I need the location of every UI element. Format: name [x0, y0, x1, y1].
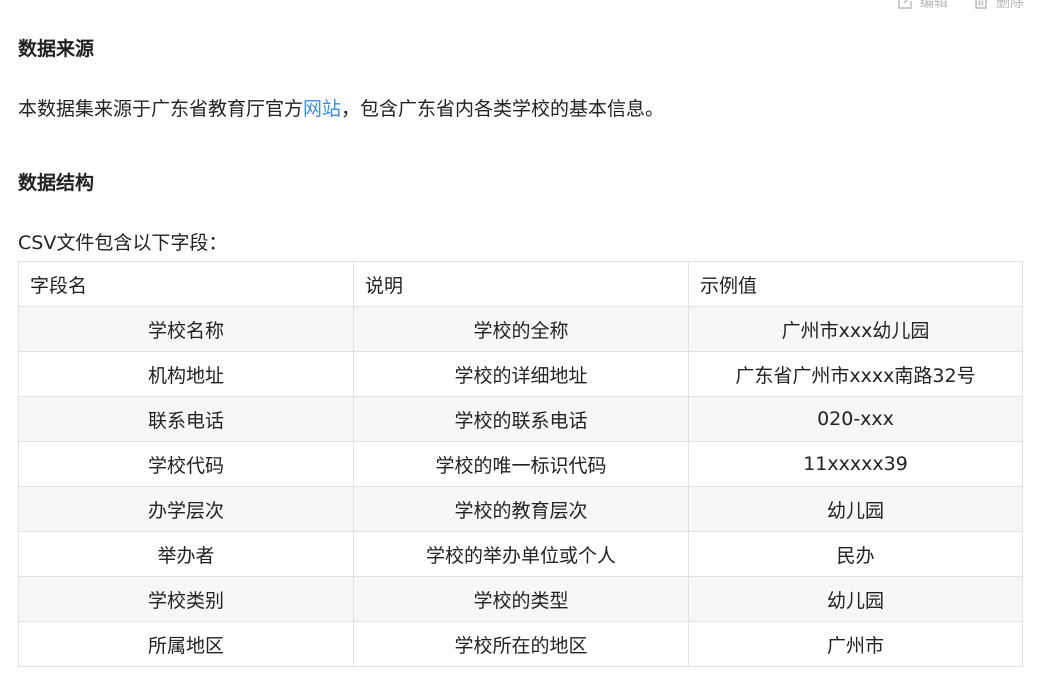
- cell-description: 学校的教育层次: [353, 486, 689, 532]
- table-row: 办学层次 学校的教育层次 幼儿园: [18, 486, 1023, 532]
- structure-intro: CSV文件包含以下字段：: [18, 232, 228, 254]
- table-row: 举办者 学校的举办单位或个人 民办: [18, 531, 1023, 577]
- cell-description: 学校的全称: [353, 306, 689, 352]
- source-text-after: ，包含广东省内各类学校的基本信息。: [341, 98, 665, 120]
- cell-example-value: 广州市xxx幼儿园: [688, 306, 1023, 352]
- delete-button[interactable]: 删除: [972, 0, 1024, 12]
- cell-field-name: 所属地区: [18, 621, 354, 667]
- cell-example-value: 020-xxx: [688, 396, 1023, 442]
- toolbar: 编辑 删除: [896, 0, 1024, 12]
- table-row: 学校代码 学校的唯一标识代码 11xxxxx39: [18, 441, 1023, 487]
- cell-field-name: 办学层次: [18, 486, 354, 532]
- cell-description: 学校的举办单位或个人: [353, 531, 689, 577]
- delete-label: 删除: [996, 0, 1024, 11]
- cell-field-name: 联系电话: [18, 396, 354, 442]
- section-title-structure: 数据结构: [18, 172, 95, 194]
- cell-example-value: 11xxxxx39: [688, 441, 1023, 487]
- cell-description: 学校的联系电话: [353, 396, 689, 442]
- section-title-source: 数据来源: [18, 38, 95, 60]
- cell-field-name: 学校名称: [18, 306, 354, 352]
- table-row: 所属地区 学校所在的地区 广州市: [18, 621, 1023, 667]
- cell-description: 学校所在的地区: [353, 621, 689, 667]
- cell-description: 学校的类型: [353, 576, 689, 622]
- table-header-row: 字段名 说明 示例值: [18, 261, 1023, 307]
- cell-example-value: 幼儿园: [688, 576, 1023, 622]
- cell-example-value: 幼儿园: [688, 486, 1023, 532]
- table-row: 联系电话 学校的联系电话 020-xxx: [18, 396, 1023, 442]
- cell-field-name: 机构地址: [18, 351, 354, 397]
- cell-field-name: 学校代码: [18, 441, 354, 487]
- table-row: 机构地址 学校的详细地址 广东省广州市xxxx南路32号: [18, 351, 1023, 397]
- source-paragraph: 本数据集来源于广东省教育厅官方网站，包含广东省内各类学校的基本信息。: [18, 96, 664, 122]
- edit-button[interactable]: 编辑: [896, 0, 948, 12]
- edit-icon: [896, 0, 914, 11]
- table-row: 学校名称 学校的全称 广州市xxx幼儿园: [18, 306, 1023, 352]
- cell-description: 学校的详细地址: [353, 351, 689, 397]
- source-website-link[interactable]: 网站: [303, 98, 341, 120]
- trash-icon: [972, 0, 990, 11]
- source-text-before: 本数据集来源于广东省教育厅官方: [18, 98, 304, 120]
- cell-field-name: 举办者: [18, 531, 354, 577]
- header-field-name: 字段名: [18, 261, 354, 307]
- edit-label: 编辑: [920, 0, 948, 11]
- cell-description: 学校的唯一标识代码: [353, 441, 689, 487]
- fields-table: 字段名 说明 示例值 学校名称 学校的全称 广州市xxx幼儿园 机构地址 学校的…: [18, 261, 1023, 667]
- cell-example-value: 广东省广州市xxxx南路32号: [688, 351, 1023, 397]
- header-example-value: 示例值: [688, 261, 1023, 307]
- cell-field-name: 学校类别: [18, 576, 354, 622]
- table-row: 学校类别 学校的类型 幼儿园: [18, 576, 1023, 622]
- cell-example-value: 民办: [688, 531, 1023, 577]
- cell-example-value: 广州市: [688, 621, 1023, 667]
- header-description: 说明: [353, 261, 689, 307]
